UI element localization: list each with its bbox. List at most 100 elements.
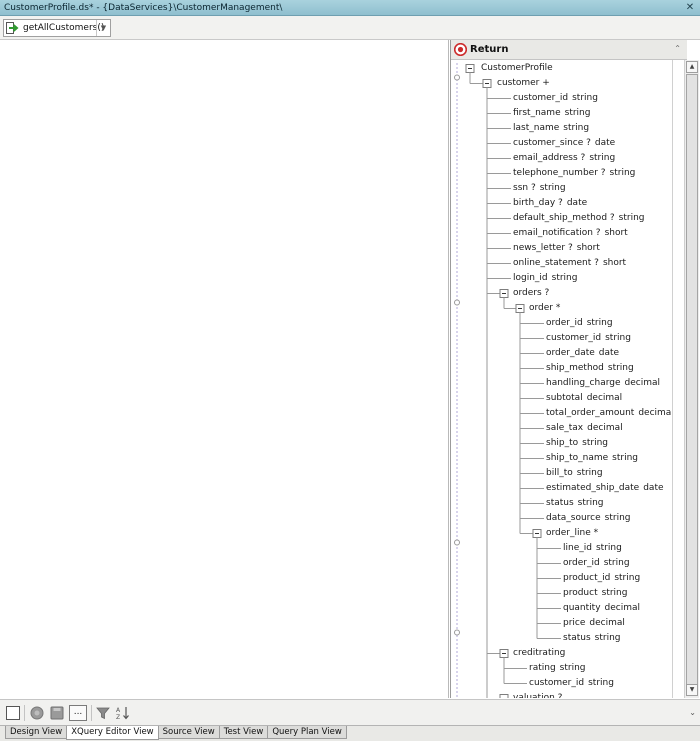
tab-xquery-editor-view[interactable]: XQuery Editor View bbox=[66, 726, 159, 740]
tree-item[interactable]: telephone_number ? string bbox=[513, 166, 635, 181]
tree-item[interactable]: price decimal bbox=[563, 616, 625, 631]
scroll-thumb[interactable] bbox=[686, 74, 698, 689]
tree-item-name: total_order_amount bbox=[546, 408, 635, 418]
tree-item[interactable]: last_name string bbox=[513, 121, 589, 136]
blank-box-icon[interactable] bbox=[6, 706, 20, 720]
tree-item[interactable]: subtotal decimal bbox=[546, 391, 622, 406]
scroll-up-icon[interactable]: ▲ bbox=[686, 61, 698, 73]
window-title: CustomerProfile.ds* - {DataServices}\Cus… bbox=[4, 2, 283, 13]
tree-item[interactable]: customer_id string bbox=[513, 91, 598, 106]
expand-down-icon[interactable]: ⌄ bbox=[689, 708, 696, 717]
return-target-icon bbox=[454, 43, 467, 56]
tree-item[interactable]: bill_to string bbox=[546, 466, 603, 481]
tree-toggle-icon bbox=[499, 694, 509, 698]
return-schema-tree: CustomerProfile customer + customer_id stri… bbox=[451, 60, 673, 698]
query-canvas[interactable] bbox=[0, 40, 449, 698]
tree-item[interactable]: ship_to string bbox=[546, 436, 608, 451]
tab-test-view[interactable]: Test View bbox=[218, 726, 269, 739]
gray-circle-icon[interactable] bbox=[30, 706, 44, 720]
tree-item[interactable]: online_statement ? short bbox=[513, 256, 626, 271]
svg-text:Z: Z bbox=[116, 714, 120, 720]
tree-item-name: product_id bbox=[563, 573, 611, 583]
tree-item[interactable]: customer_id string bbox=[529, 676, 614, 691]
more-options-button[interactable]: ... bbox=[69, 705, 87, 721]
collapse-up-icon[interactable]: ⌃ bbox=[674, 44, 681, 53]
tree-item-name: ship_to_name bbox=[546, 453, 609, 463]
tree-item-type: string bbox=[577, 498, 604, 508]
tree-item[interactable]: first_name string bbox=[513, 106, 590, 121]
tree-item-type: short bbox=[576, 243, 600, 253]
tree-item-type: string bbox=[604, 513, 631, 523]
tree-item[interactable]: line_id string bbox=[563, 541, 622, 556]
scroll-down-icon[interactable]: ▼ bbox=[686, 684, 698, 696]
tree-item-name: handling_charge bbox=[546, 378, 621, 388]
tree-item[interactable]: product string bbox=[563, 586, 627, 601]
tree-item[interactable]: estimated_ship_date date bbox=[546, 481, 664, 496]
tree-item-name: bill_to bbox=[546, 468, 573, 478]
tab-source-view[interactable]: Source View bbox=[157, 726, 220, 739]
tree-item[interactable]: status string bbox=[546, 496, 604, 511]
tree-item[interactable]: customer + bbox=[497, 76, 550, 91]
tree-item[interactable]: quantity decimal bbox=[563, 601, 640, 616]
disk-icon[interactable] bbox=[50, 706, 64, 720]
tree-item[interactable]: handling_charge decimal bbox=[546, 376, 660, 391]
tree-item-name: customer_id bbox=[513, 93, 569, 103]
tree-item-type: short bbox=[604, 228, 628, 238]
tab-query-plan-view[interactable]: Query Plan View bbox=[267, 726, 347, 739]
chevron-down-icon[interactable]: ▼ bbox=[96, 20, 110, 36]
tree-item[interactable]: creditrating bbox=[513, 646, 565, 661]
sort-az-icon[interactable]: A Z bbox=[116, 706, 130, 720]
tree-item[interactable]: default_ship_method ? string bbox=[513, 211, 645, 226]
tree-item[interactable]: product_id string bbox=[563, 571, 640, 586]
tab-design-view[interactable]: Design View bbox=[5, 726, 68, 739]
tree-item[interactable]: data_source string bbox=[546, 511, 631, 526]
vertical-scrollbar[interactable]: ▲ ▼ bbox=[684, 60, 699, 698]
tree-item[interactable]: order * bbox=[529, 301, 560, 316]
tree-item-type: string bbox=[607, 363, 634, 373]
tree-item[interactable]: order_line * bbox=[546, 526, 598, 541]
tree-item[interactable]: sale_tax decimal bbox=[546, 421, 623, 436]
tree-item[interactable]: email_notification ? short bbox=[513, 226, 628, 241]
close-icon[interactable]: ✕ bbox=[684, 2, 696, 13]
tree-item-name: online_statement ? bbox=[513, 258, 599, 268]
tree-item[interactable]: order_id string bbox=[546, 316, 613, 331]
tree-item[interactable]: news_letter ? short bbox=[513, 241, 600, 256]
tree-item-type: decimal bbox=[624, 378, 660, 388]
tree-item-name: login_id bbox=[513, 273, 548, 283]
return-title: Return bbox=[470, 44, 509, 55]
tree-guide-marker bbox=[454, 299, 460, 306]
tree-item-name: customer_id bbox=[546, 333, 602, 343]
tree-item[interactable]: order_date date bbox=[546, 346, 619, 361]
tree-item-type: decimal bbox=[638, 408, 673, 418]
tree-item[interactable]: ship_method string bbox=[546, 361, 634, 376]
tree-item[interactable]: birth_day ? date bbox=[513, 196, 587, 211]
tree-item-type: date bbox=[643, 483, 664, 493]
tree-item[interactable]: login_id string bbox=[513, 271, 577, 286]
tree-guide-marker bbox=[454, 74, 460, 81]
tree-item[interactable]: order_id string bbox=[563, 556, 630, 571]
tree-item[interactable]: total_order_amount decimal bbox=[546, 406, 673, 421]
tree-item[interactable]: orders ? bbox=[513, 286, 549, 301]
tree-item[interactable]: ssn ? string bbox=[513, 181, 566, 196]
tree-item[interactable]: ship_to_name string bbox=[546, 451, 638, 466]
tree-item-name: sale_tax bbox=[546, 423, 584, 433]
function-selector[interactable]: getAllCustomers() ▼ bbox=[3, 19, 111, 37]
tree-item-type: decimal bbox=[604, 603, 641, 613]
filter-icon[interactable] bbox=[96, 706, 110, 720]
tree-item[interactable]: customer_id string bbox=[546, 331, 631, 346]
return-panel: Return ⌃ CustomerProfile customer + custom… bbox=[450, 40, 687, 698]
tree-item-type: string bbox=[594, 633, 621, 643]
tree-item[interactable]: valuation ? bbox=[513, 691, 562, 698]
tree-item-type: string bbox=[551, 273, 578, 283]
tree-item[interactable]: customer_since ? date bbox=[513, 136, 615, 151]
tree-item[interactable]: status string bbox=[563, 631, 621, 646]
tree-item[interactable]: email_address ? string bbox=[513, 151, 615, 166]
window-title-bar: CustomerProfile.ds* - {DataServices}\Cus… bbox=[0, 0, 700, 16]
tree-item[interactable]: rating string bbox=[529, 661, 586, 676]
tree-item-type: string bbox=[603, 558, 630, 568]
tree-item-type: string bbox=[539, 183, 566, 193]
tree-item[interactable]: CustomerProfile bbox=[481, 61, 553, 76]
tree-item-name: quantity bbox=[563, 603, 601, 613]
tree-item-name: last_name bbox=[513, 123, 560, 133]
tree-item-name: default_ship_method ? bbox=[513, 213, 615, 223]
